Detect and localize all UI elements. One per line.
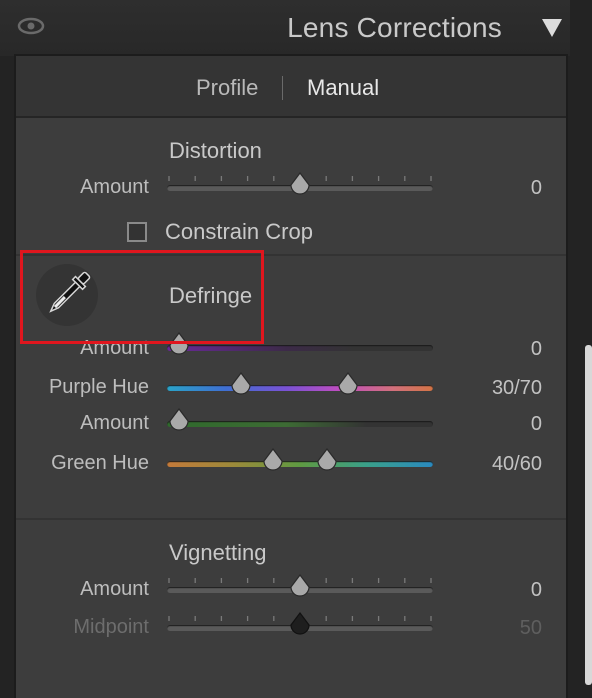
section-divider bbox=[16, 254, 566, 256]
lens-corrections-panel: Lens Corrections Profile Manual Distorti… bbox=[0, 0, 592, 698]
green-amount-label: Amount bbox=[80, 412, 149, 434]
slider-thumb[interactable] bbox=[288, 612, 312, 638]
distortion-amount-label: Amount bbox=[80, 176, 149, 198]
green-hue-slider[interactable] bbox=[167, 448, 433, 480]
defringe-title: Defringe bbox=[169, 283, 253, 308]
slider-thumb[interactable] bbox=[229, 372, 253, 398]
panel-title: Lens Corrections bbox=[287, 12, 502, 43]
vignetting-midpoint-slider[interactable] bbox=[167, 612, 433, 644]
vignetting-title: Vignetting bbox=[169, 540, 267, 565]
constrain-crop-checkbox[interactable] bbox=[127, 222, 147, 242]
vignetting-amount-slider[interactable] bbox=[167, 574, 433, 606]
vignetting-midpoint-value[interactable]: 50 bbox=[472, 617, 542, 640]
distortion-amount-value[interactable]: 0 bbox=[472, 177, 542, 200]
panel-header[interactable]: Lens Corrections bbox=[0, 0, 570, 56]
purple-hue-label: Purple Hue bbox=[48, 376, 149, 398]
slider-track[interactable] bbox=[167, 385, 433, 391]
slider-thumb[interactable] bbox=[167, 408, 191, 434]
eye-icon[interactable] bbox=[17, 17, 45, 35]
purple-hue-slider[interactable] bbox=[167, 372, 433, 404]
green-hue-label: Green Hue bbox=[51, 452, 149, 474]
section-divider bbox=[16, 518, 566, 520]
purple-hue-value[interactable]: 30/70 bbox=[472, 377, 542, 400]
slider-thumb[interactable] bbox=[167, 332, 191, 358]
panel-body: Profile Manual Distortion Amount 0 Const… bbox=[14, 54, 568, 698]
slider-thumb[interactable] bbox=[288, 172, 312, 198]
vignetting-midpoint-label: Midpoint bbox=[73, 616, 149, 638]
green-amount-value[interactable]: 0 bbox=[472, 413, 542, 436]
triangle-down-icon[interactable] bbox=[540, 17, 564, 39]
tab-profile[interactable]: Profile bbox=[196, 75, 258, 101]
eyedropper-icon bbox=[49, 271, 91, 313]
tab-divider bbox=[282, 76, 283, 100]
distortion-title: Distortion bbox=[169, 138, 262, 163]
purple-amount-slider[interactable] bbox=[167, 332, 433, 364]
slider-track[interactable] bbox=[167, 421, 433, 427]
mode-tabs: Profile Manual bbox=[16, 56, 566, 118]
green-amount-slider[interactable] bbox=[167, 408, 433, 440]
tab-manual[interactable]: Manual bbox=[307, 75, 379, 101]
purple-amount-label: Amount bbox=[80, 337, 149, 359]
constrain-crop-label[interactable]: Constrain Crop bbox=[165, 219, 313, 245]
slider-thumb[interactable] bbox=[288, 574, 312, 600]
purple-amount-value[interactable]: 0 bbox=[472, 338, 542, 361]
vignetting-amount-value[interactable]: 0 bbox=[472, 579, 542, 602]
green-hue-value[interactable]: 40/60 bbox=[472, 453, 542, 476]
scrollbar[interactable] bbox=[585, 345, 592, 685]
slider-track[interactable] bbox=[167, 345, 433, 351]
distortion-amount-slider[interactable] bbox=[167, 172, 433, 204]
eyedropper-button[interactable] bbox=[36, 264, 98, 326]
slider-thumb[interactable] bbox=[261, 448, 285, 474]
vignetting-amount-label: Amount bbox=[80, 578, 149, 600]
slider-thumb[interactable] bbox=[336, 372, 360, 398]
slider-track[interactable] bbox=[167, 461, 433, 467]
slider-thumb[interactable] bbox=[315, 448, 339, 474]
